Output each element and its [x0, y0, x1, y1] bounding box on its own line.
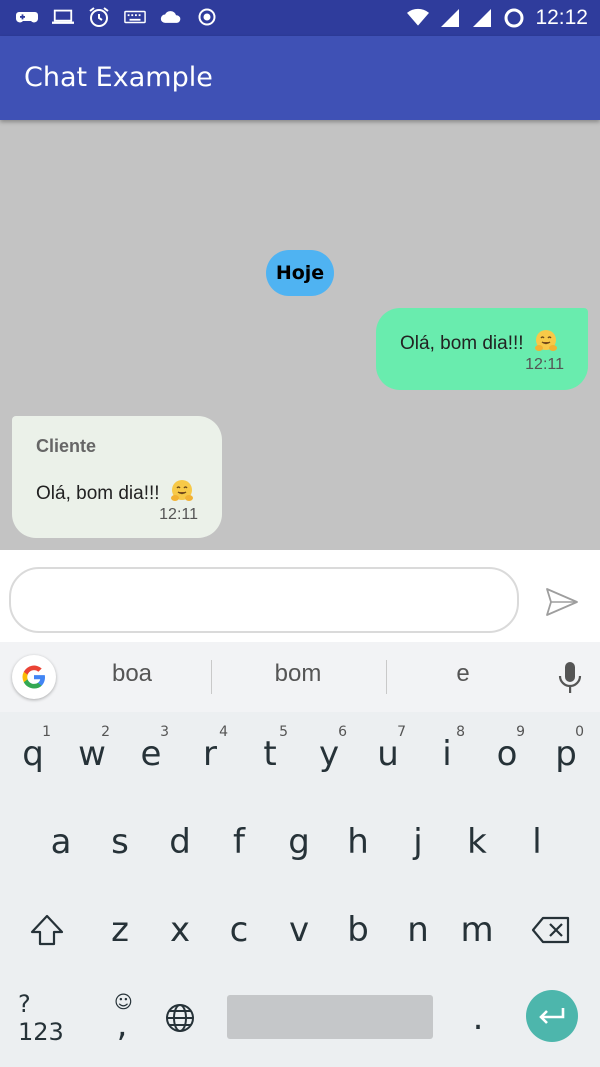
key-q[interactable]: q1: [5, 714, 61, 794]
globe-icon: [166, 1004, 194, 1032]
period-key[interactable]: .: [450, 978, 506, 1058]
composer: [0, 550, 600, 642]
key-c[interactable]: c: [211, 890, 267, 970]
signal-icon: [439, 7, 461, 29]
key-m[interactable]: m: [449, 890, 505, 970]
shift-key[interactable]: [19, 890, 75, 970]
enter-icon: [539, 1008, 565, 1024]
app-title: Chat Example: [24, 62, 213, 93]
key-p[interactable]: p0: [538, 714, 594, 794]
send-button[interactable]: [540, 584, 584, 620]
suggestion-divider: [211, 660, 212, 694]
app-bar: Chat Example: [0, 36, 600, 120]
cloud-icon: [160, 6, 182, 28]
key-a[interactable]: a: [33, 802, 89, 882]
suggestion-divider: [386, 660, 387, 694]
comma-key[interactable]: ☺ ,: [94, 978, 150, 1058]
outgoing-message[interactable]: Olá, bom dia!!! 12:11: [376, 308, 588, 390]
incoming-message-time: 12:11: [159, 506, 198, 523]
key-f[interactable]: f: [211, 802, 267, 882]
key-l[interactable]: l: [509, 802, 565, 882]
suggestion-strip: boa bom e: [0, 642, 600, 712]
key-r[interactable]: r4: [182, 714, 238, 794]
chat-area[interactable]: Hoje Olá, bom dia!!! 12:11 Cliente Olá, …: [0, 120, 600, 550]
google-logo-icon[interactable]: [12, 655, 56, 699]
key-o[interactable]: o9: [479, 714, 535, 794]
laptop-icon: [52, 6, 74, 28]
backspace-key[interactable]: [523, 890, 579, 970]
gamepad-icon: [16, 6, 38, 28]
key-j[interactable]: j: [390, 802, 446, 882]
status-bar: 12:12: [0, 0, 600, 36]
keyboard: q1 w2 e3 r4 t5 y6 u7 i8 o9 p0 a s d f g …: [0, 712, 600, 1067]
date-chip: Hoje: [266, 250, 334, 296]
incoming-message[interactable]: Cliente Olá, bom dia!!! 12:11: [12, 416, 222, 538]
enter-key[interactable]: [526, 990, 578, 1042]
key-z[interactable]: z: [92, 890, 148, 970]
key-b[interactable]: b: [330, 890, 386, 970]
keyboard-icon: [124, 6, 146, 28]
suggestion-item[interactable]: boa: [62, 660, 202, 688]
symbols-key[interactable]: ?123: [18, 978, 74, 1058]
key-n[interactable]: n: [390, 890, 446, 970]
backspace-icon: [531, 916, 570, 944]
outgoing-message-time: 12:11: [525, 356, 564, 373]
emoji-icon: ☺: [114, 992, 133, 1013]
battery-icon: [503, 7, 525, 29]
key-t[interactable]: t5: [242, 714, 298, 794]
status-time: 12:12: [535, 6, 588, 29]
key-h[interactable]: h: [330, 802, 386, 882]
key-g[interactable]: g: [271, 802, 327, 882]
suggestion-item[interactable]: bom: [228, 660, 368, 688]
shift-icon: [30, 914, 64, 946]
signal-icon: [471, 7, 493, 29]
key-s[interactable]: s: [92, 802, 148, 882]
key-w[interactable]: w2: [64, 714, 120, 794]
key-y[interactable]: y6: [301, 714, 357, 794]
incoming-message-sender: Cliente: [36, 436, 97, 456]
suggestion-item[interactable]: e: [393, 660, 533, 688]
key-x[interactable]: x: [152, 890, 208, 970]
key-u[interactable]: u7: [360, 714, 416, 794]
record-icon: [196, 6, 218, 28]
microphone-icon[interactable]: [556, 660, 584, 696]
key-d[interactable]: d: [152, 802, 208, 882]
key-k[interactable]: k: [449, 802, 505, 882]
wifi-icon: [407, 7, 430, 29]
space-key[interactable]: [227, 995, 433, 1039]
message-input[interactable]: [9, 567, 519, 633]
key-v[interactable]: v: [271, 890, 327, 970]
language-key[interactable]: [152, 978, 208, 1058]
send-icon: [546, 588, 578, 616]
key-i[interactable]: i8: [419, 714, 475, 794]
key-e[interactable]: e3: [123, 714, 179, 794]
alarm-icon: [88, 6, 110, 28]
